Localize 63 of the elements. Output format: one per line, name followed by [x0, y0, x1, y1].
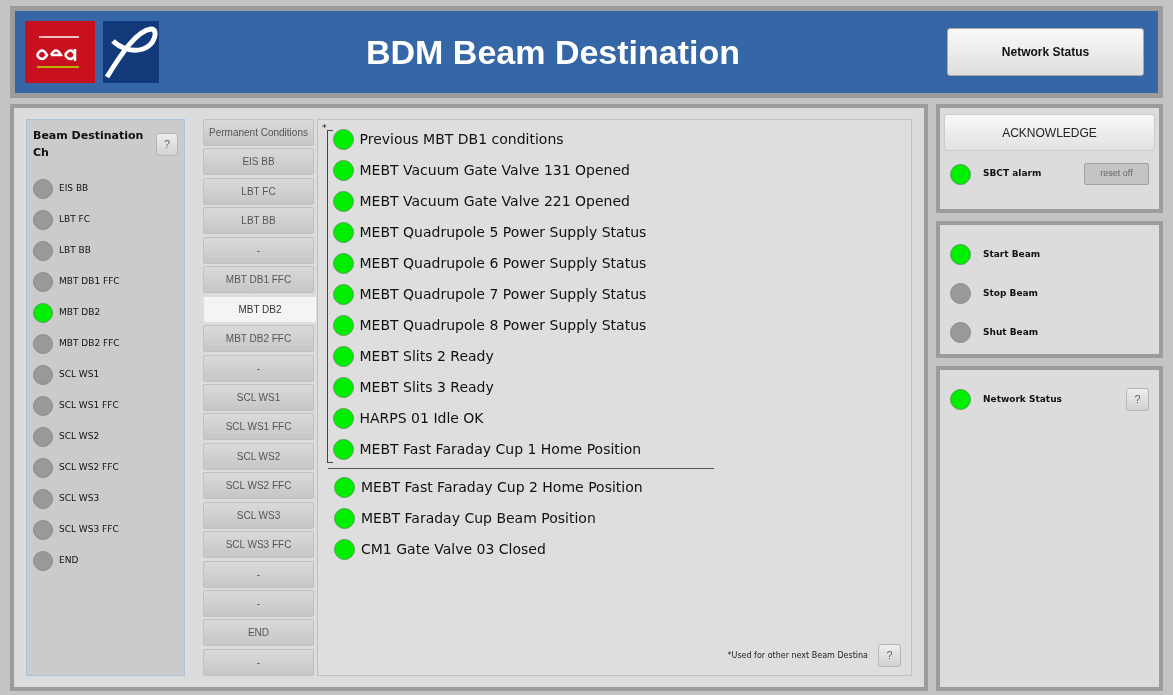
logo-icon [25, 21, 95, 83]
condition-label: MEBT Vacuum Gate Valve 221 Opened [359, 192, 630, 211]
panel-title: Beam Destination Ch [33, 128, 145, 161]
condition-tab[interactable]: LBT FC [203, 177, 314, 205]
destination-label: MBT DB2 FFC [59, 336, 120, 350]
condition-tab[interactable]: SCL WS2 [203, 442, 314, 470]
destination-label: MBT DB2 [59, 305, 101, 319]
network-status-button[interactable]: Network Status [947, 28, 1144, 76]
condition-tab[interactable]: SCL WS3 [203, 501, 314, 529]
condition-tab[interactable]: - [203, 560, 314, 588]
condition-tab[interactable]: - [203, 648, 314, 676]
condition-label: MEBT Quadrupole 6 Power Supply Status [359, 254, 647, 273]
asterisk-marker: * [322, 124, 327, 135]
condition-label: HARPS 01 Idle OK [359, 409, 484, 428]
condition-tab[interactable]: MBT DB2 FFC [203, 325, 314, 353]
destination-label: SCL WS1 [59, 367, 100, 381]
destination-label: SCL WS3 FFC [59, 522, 119, 536]
beam-label: Shut Beam [983, 325, 1039, 339]
network-label: Network Status [983, 392, 1063, 406]
condition-label: MEBT Quadrupole 7 Power Supply Status [359, 285, 647, 304]
condition-label: MEBT Slits 2 Ready [359, 347, 494, 366]
destination-label: LBT BB [59, 243, 91, 257]
destination-label: SCL WS2 [59, 429, 100, 443]
condition-label: MEBT Vacuum Gate Valve 131 Opened [359, 161, 630, 180]
destination-label: EIS BB [59, 181, 89, 195]
beam-label: Stop Beam [983, 286, 1038, 300]
destination-label: SCL WS1 FFC [59, 398, 119, 412]
condition-tab[interactable]: Permanent Conditions [203, 119, 314, 146]
condition-tab[interactable]: MBT DB1 FFC [203, 266, 314, 294]
condition-tab[interactable]: SCL WS1 FFC [203, 413, 314, 441]
condition-tab[interactable]: LBT BB [203, 207, 314, 235]
condition-tab[interactable]: END [203, 619, 314, 647]
condition-label: Previous MBT DB1 conditions [359, 130, 564, 149]
reset-button[interactable]: reset off [1084, 163, 1149, 185]
condition-label: MEBT Quadrupole 8 Power Supply Status [359, 316, 647, 335]
acknowledge-button[interactable]: ACKNOWLEDGE [944, 114, 1155, 151]
window-title: BDM Beam Destination [364, 31, 742, 73]
condition-label: MEBT Faraday Cup Beam Position [361, 509, 596, 528]
condition-label: CM1 Gate Valve 03 Closed [361, 540, 546, 559]
condition-label: MEBT Slits 3 Ready [359, 378, 494, 397]
condition-tab[interactable]: EIS BB [203, 148, 314, 176]
condition-label: MEBT Quadrupole 5 Power Supply Status [359, 223, 647, 242]
destination-label: END [59, 553, 79, 567]
condition-tab[interactable]: MBT DB2 [203, 295, 317, 323]
destination-label: SCL WS2 FFC [59, 460, 119, 474]
logo-icon [103, 21, 159, 83]
condition-label: MEBT Fast Faraday Cup 2 Home Position [361, 478, 643, 497]
beam-label: Start Beam [983, 247, 1041, 261]
condition-tab[interactable]: - [203, 236, 314, 264]
help-button[interactable]: ? [878, 644, 901, 667]
condition-tab[interactable]: - [203, 590, 314, 617]
destination-label: MBT DB1 FFC [59, 274, 120, 288]
condition-label: MEBT Fast Faraday Cup 1 Home Position [359, 440, 642, 459]
footnote: *Used for other next Beam Destina [727, 649, 868, 662]
condition-tab[interactable]: SCL WS2 FFC [203, 472, 314, 500]
destination-label: SCL WS3 [59, 491, 100, 505]
help-button[interactable]: ? [1126, 388, 1149, 411]
alarm-label: SBCT alarm [983, 167, 1043, 181]
condition-tab[interactable]: SCL WS3 FFC [203, 531, 314, 559]
condition-tab[interactable]: - [203, 354, 314, 382]
condition-tab[interactable]: SCL WS1 [203, 383, 314, 411]
destination-label: LBT FC [59, 212, 90, 226]
help-button[interactable]: ? [156, 133, 178, 156]
